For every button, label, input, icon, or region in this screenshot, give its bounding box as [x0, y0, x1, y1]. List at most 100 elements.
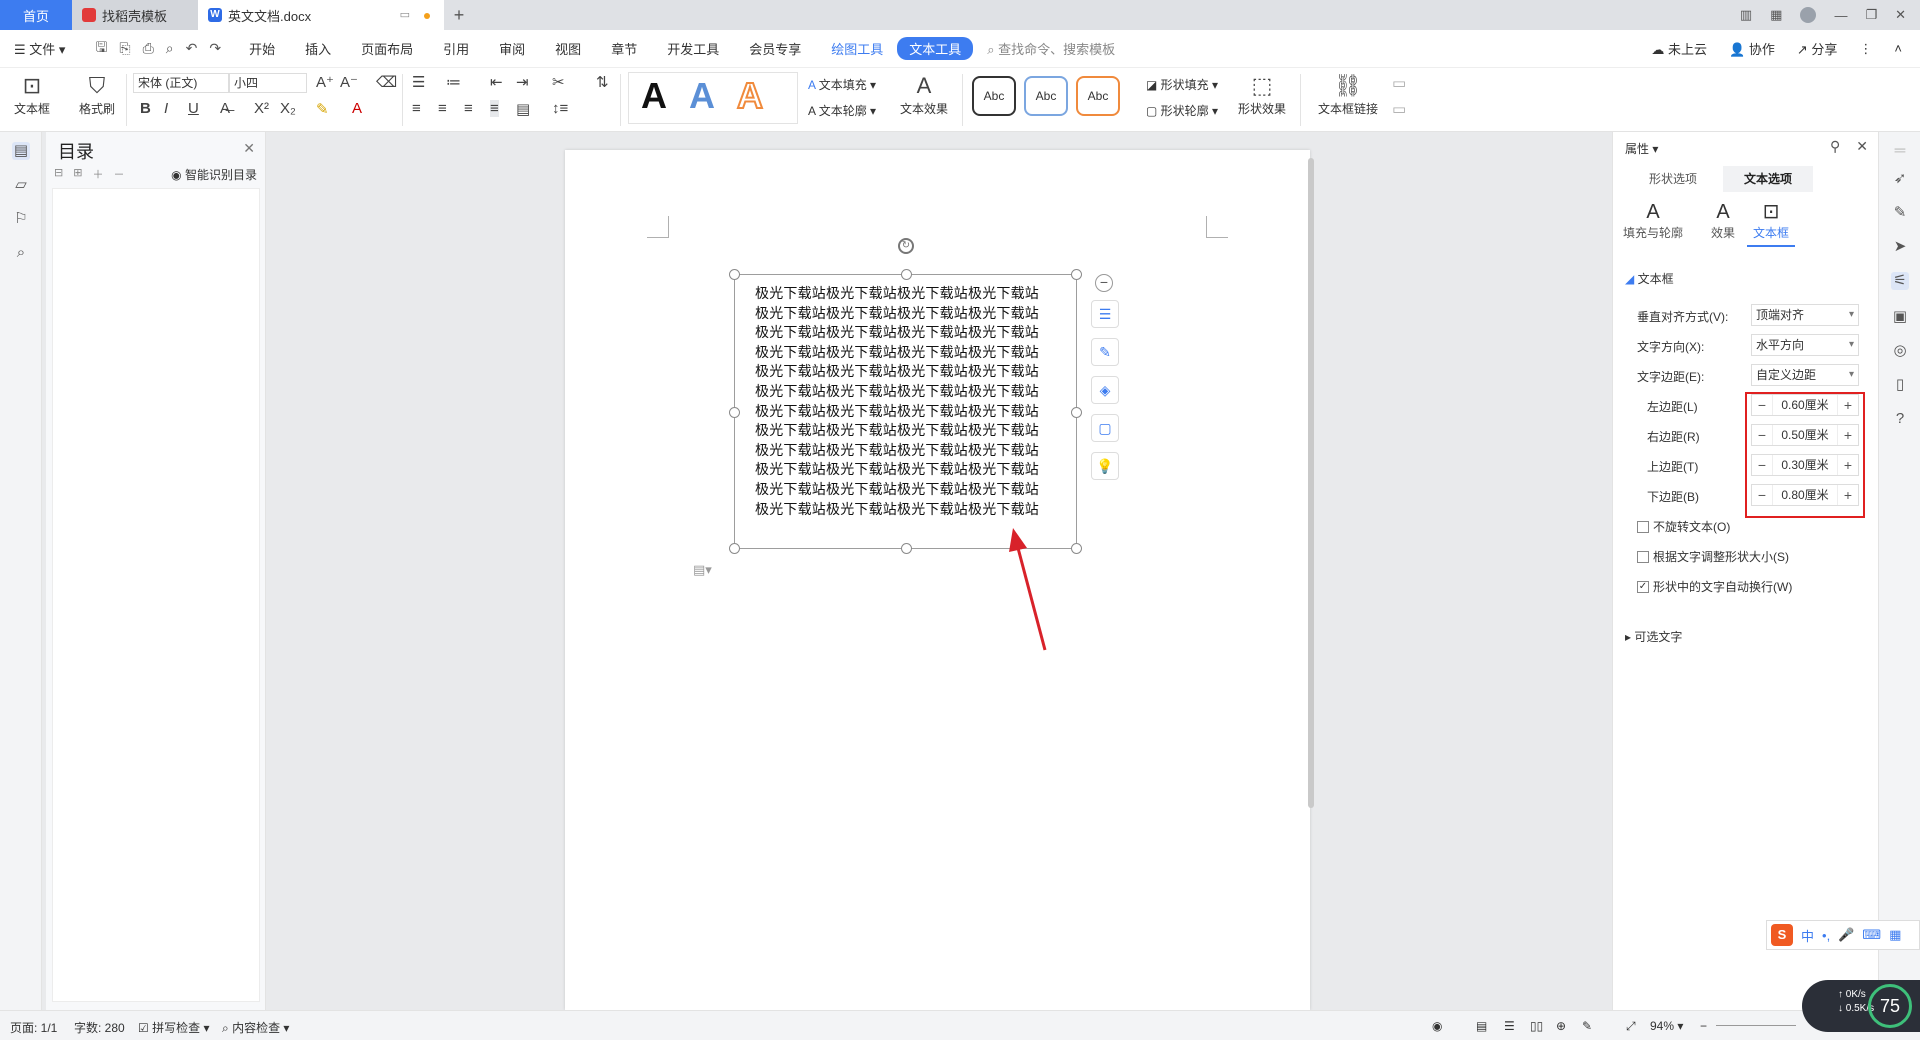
close-window-button[interactable]: ✕ — [1895, 7, 1906, 23]
valign-select[interactable]: 顶端对齐 — [1751, 304, 1859, 326]
collapse-ribbon-icon[interactable]: ˄ — [1894, 41, 1902, 56]
shape-style-black[interactable]: Abc — [972, 76, 1016, 116]
text-box-line[interactable]: 极光下载站极光下载站极光下载站极光下载站 — [735, 461, 1039, 481]
wordart-style-black[interactable]: A — [641, 75, 667, 117]
apps-icon[interactable]: ▦ — [1889, 927, 1901, 943]
search-icon[interactable]: ⌕ — [12, 244, 30, 262]
underline-icon[interactable]: U — [188, 100, 199, 117]
remove-icon[interactable]: － — [113, 166, 124, 182]
align-left-icon[interactable]: ≡ — [412, 100, 421, 117]
add-icon[interactable]: ＋ — [92, 166, 103, 182]
tab-document[interactable]: W 英文文档.docx ▭ — [198, 0, 444, 30]
eraser-icon[interactable]: ⌫ — [376, 73, 397, 91]
outdent-icon[interactable]: ⇤ — [490, 73, 503, 91]
preview-icon[interactable]: ⌕ — [166, 40, 174, 57]
margin-select[interactable]: 自定义边距 — [1751, 364, 1859, 386]
shape-fill-button[interactable]: ◪ 形状填充 ▾ — [1146, 76, 1218, 93]
expand-icon[interactable]: ⊟ — [54, 166, 63, 182]
content-check[interactable]: ⌕ 内容检查 ▾ — [222, 1019, 289, 1036]
wrap-checkbox[interactable]: ✓ 形状中的文字自动换行(W) — [1637, 578, 1792, 595]
page-view-icon[interactable]: ▤ — [1476, 1019, 1487, 1033]
text-box-line[interactable]: 极光下载站极光下载站极光下载站极光下载站 — [735, 383, 1039, 403]
wordart-style-blue[interactable]: A — [689, 75, 715, 117]
menu-item-section[interactable]: 章节 — [611, 39, 637, 58]
scrollbar-thumb[interactable] — [1308, 158, 1314, 808]
monitor-icon[interactable]: ▭ — [400, 8, 410, 21]
text-box-line[interactable]: 极光下载站极光下载站极光下载站极光下载站 — [735, 422, 1039, 442]
document-page[interactable]: ↻ 极光下载站极光下载站极光下载站极光下载站 极光下载站极光下载站极光下载站极光下… — [565, 150, 1310, 1010]
cloud-status[interactable]: ☁ 未上云 — [1651, 39, 1707, 58]
align-right-icon[interactable]: ≡ — [464, 100, 473, 117]
print-icon[interactable]: ⎙ — [143, 40, 154, 57]
zoom-slider[interactable] — [1716, 1025, 1796, 1026]
zoom-level[interactable]: 94% ▾ — [1650, 1019, 1683, 1033]
eye-icon[interactable]: ◉ — [1432, 1019, 1442, 1033]
align-center-icon[interactable]: ≡ — [438, 100, 447, 117]
export-icon[interactable]: ⎘ — [119, 40, 130, 57]
text-box-line[interactable]: 极光下载站极光下载站极光下载站极光下载站 — [735, 403, 1039, 423]
textbox-link-button[interactable]: ⛓ 文本框链接 — [1310, 72, 1386, 117]
cursor-icon[interactable]: ➤ — [1891, 238, 1909, 256]
bulb-icon[interactable]: 💡 — [1091, 452, 1119, 480]
resize-handle[interactable] — [1071, 269, 1082, 280]
strikethrough-icon[interactable]: A̶ — [220, 100, 230, 117]
resize-handle[interactable] — [1071, 543, 1082, 554]
menu-item-member[interactable]: 会员专享 — [749, 39, 801, 58]
format-painter-button[interactable]: ⛉ 格式刷 — [72, 72, 122, 117]
menu-item-layout[interactable]: 页面布局 — [361, 39, 413, 58]
collapse-icon[interactable]: ⊞ — [73, 166, 82, 182]
fit-icon[interactable]: ⤢ — [1626, 1019, 1636, 1034]
menu-item-view[interactable]: 视图 — [555, 39, 581, 58]
break-link-icon[interactable]: ▭ — [1392, 100, 1406, 118]
font-select[interactable]: 宋体 (正文) — [133, 73, 229, 93]
toc-icon[interactable]: ▤ — [12, 142, 30, 160]
text-box-line[interactable]: 极光下载站极光下载站极光下载站极光下载站 — [735, 363, 1039, 383]
border-icon[interactable]: ▢ — [1091, 414, 1119, 442]
sort-icon[interactable]: ⇅ — [596, 73, 609, 91]
write-view-icon[interactable]: ✎ — [1582, 1019, 1592, 1033]
bold-icon[interactable]: B — [140, 100, 151, 117]
text-box-line[interactable]: 极光下载站极光下载站极光下载站极光下载站 — [735, 324, 1039, 344]
bullets-icon[interactable]: ☰ — [412, 73, 425, 91]
search-command[interactable]: ⌕ 查找命令、搜索模板 — [987, 39, 1115, 58]
subscript-icon[interactable]: X₂ — [280, 100, 296, 117]
collapse-toolbar-icon[interactable]: − — [1095, 274, 1113, 292]
grid-icon[interactable]: ▦ — [1770, 7, 1782, 23]
shape-outline-button[interactable]: ▢ 形状轮廓 ▾ — [1146, 102, 1218, 119]
rotate-handle[interactable]: ↻ — [898, 238, 914, 254]
tab-text-tools[interactable]: 文本工具 — [897, 37, 974, 60]
text-box-line[interactable]: 极光下载站极光下载站极光下载站极光下载站 — [735, 285, 1039, 305]
minimize-button[interactable]: — — [1834, 8, 1847, 23]
zoom-out-icon[interactable]: − — [1700, 1019, 1707, 1033]
subtab-fill[interactable]: A 填充与轮廓 — [1623, 200, 1683, 241]
numbering-icon[interactable]: ≔ — [446, 73, 461, 91]
avatar[interactable] — [1800, 7, 1817, 23]
layout-icon[interactable]: ▥ — [1740, 7, 1752, 23]
text-box-line[interactable]: 极光下载站极光下载站极光下载站极光下载站 — [735, 442, 1039, 462]
restore-button[interactable]: ❐ — [1865, 7, 1877, 23]
more-icon[interactable]: ⋮ — [1859, 41, 1872, 57]
sogou-icon[interactable]: S — [1771, 924, 1793, 946]
section-alt-text[interactable]: ▸ 可选文字 — [1625, 628, 1682, 645]
shape-style-orange[interactable]: Abc — [1076, 76, 1120, 116]
menu-item-insert[interactable]: 插入 — [305, 39, 331, 58]
tab-shape-options[interactable]: 形状选项 — [1623, 166, 1723, 192]
menu-item-developer[interactable]: 开发工具 — [667, 39, 719, 58]
undo-icon[interactable]: ↶ — [186, 40, 198, 57]
spell-check[interactable]: ☑ 拼写检查 ▾ — [138, 1019, 209, 1036]
resize-handle[interactable] — [729, 269, 740, 280]
word-count[interactable]: 字数: 280 — [74, 1019, 125, 1036]
text-fill-button[interactable]: A 文本填充 ▾ — [808, 76, 876, 93]
ime-mode[interactable]: 中 — [1801, 926, 1814, 945]
chapter-icon[interactable]: ▱ — [12, 176, 30, 194]
italic-icon[interactable]: I — [164, 100, 168, 117]
tools-icon[interactable]: ✂ — [552, 73, 565, 91]
redo-icon[interactable]: ↷ — [209, 40, 221, 57]
layout-options-icon[interactable]: ☰ — [1091, 300, 1119, 328]
shape-style-blue[interactable]: Abc — [1024, 76, 1068, 116]
grow-font-icon[interactable]: A⁺ — [316, 73, 334, 91]
next-link-icon[interactable]: ▭ — [1392, 74, 1406, 92]
save-icon[interactable]: 🖫 — [95, 37, 107, 61]
tab-text-options[interactable]: 文本选项 — [1723, 166, 1813, 192]
line-spacing-icon[interactable]: ↕≡ — [552, 100, 568, 117]
